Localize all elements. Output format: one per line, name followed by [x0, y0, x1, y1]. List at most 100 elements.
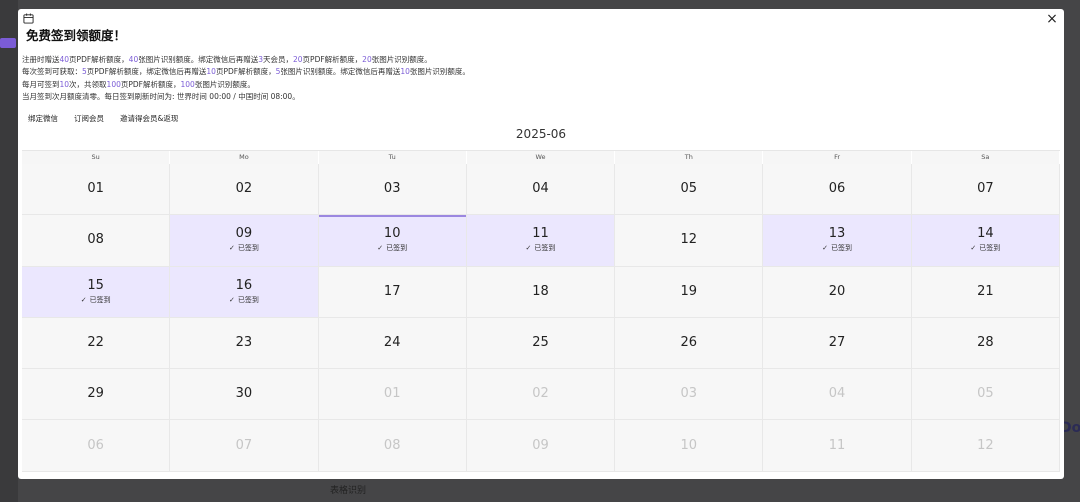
- day-number: 10: [680, 437, 698, 453]
- day-cell[interactable]: 25: [466, 317, 616, 370]
- day-cell[interactable]: 05: [615, 164, 764, 216]
- day-cell[interactable]: 24: [318, 317, 467, 370]
- day-cell[interactable]: 06: [763, 164, 912, 216]
- day-number: 13: [828, 226, 846, 242]
- signed-label: 已签到: [831, 244, 852, 253]
- day-number: 18: [532, 283, 549, 299]
- highlight-number: 20: [293, 55, 303, 64]
- day-number: 06: [828, 181, 846, 197]
- day-cell[interactable]: 27: [763, 317, 912, 370]
- day-number: 19: [680, 283, 698, 299]
- day-cell[interactable]: 08: [22, 215, 171, 267]
- rules-text-segment: 每次签到可获取：: [22, 67, 82, 77]
- day-cell[interactable]: 30: [170, 369, 319, 421]
- day-number: 12: [680, 232, 698, 248]
- rules-text-segment: 注册时赠送: [22, 55, 60, 64]
- day-cell[interactable]: 06: [22, 420, 171, 472]
- day-cell[interactable]: 12: [615, 215, 764, 267]
- highlight-number: 10: [400, 67, 410, 77]
- day-cell[interactable]: 07: [911, 164, 1060, 216]
- weekday-label: Th: [615, 151, 764, 164]
- calendar-days: 01 02 03 04 05 06 07 08 09 ✓ 已签到 10 ✓ 已签到 11 ✓ 已签到 12 13 ✓ 已…: [22, 164, 1060, 472]
- day-number: 10: [383, 226, 401, 242]
- day-cell[interactable]: 01: [22, 164, 171, 216]
- signed-status: ✓ 已签到: [229, 243, 259, 253]
- signed-label: 已签到: [89, 295, 111, 304]
- signed-status: ✓ 已签到: [229, 295, 259, 305]
- signed-status: ✓ 已签到: [81, 295, 111, 305]
- day-number: 21: [977, 283, 994, 299]
- day-cell[interactable]: 16 ✓ 已签到: [170, 266, 319, 318]
- day-cell[interactable]: 09 ✓ 已签到: [170, 215, 319, 267]
- rules-text-segment: 天会员，: [263, 55, 293, 64]
- check-icon: ✓: [228, 295, 235, 304]
- background-bottom-text: 表格识别: [330, 486, 367, 496]
- day-number: 24: [383, 335, 401, 351]
- day-cell[interactable]: 19: [615, 266, 764, 318]
- signed-label: 已签到: [237, 244, 259, 253]
- day-cell[interactable]: 18: [466, 266, 616, 318]
- day-cell[interactable]: 21: [911, 266, 1060, 318]
- day-cell[interactable]: 11 ✓ 已签到: [466, 215, 616, 267]
- day-cell[interactable]: 29: [22, 369, 171, 421]
- day-cell[interactable]: 09: [466, 420, 616, 472]
- rules-text-segment: 张图片识别额度。: [371, 55, 432, 64]
- bind-wechat-link[interactable]: 绑定微信: [28, 113, 58, 124]
- day-cell[interactable]: 02: [170, 164, 319, 216]
- day-cell[interactable]: 07: [170, 420, 319, 472]
- day-cell[interactable]: 04: [763, 369, 912, 421]
- signed-status: ✓ 已签到: [526, 243, 556, 253]
- day-cell[interactable]: 04: [466, 164, 616, 216]
- rules-text-segment: 页PDF解析额度，: [215, 67, 276, 77]
- day-cell[interactable]: 13 ✓ 已签到: [763, 215, 912, 267]
- signed-label: 已签到: [534, 244, 556, 253]
- day-cell[interactable]: 28: [911, 317, 1060, 370]
- weekday-label: Sa: [912, 151, 1060, 164]
- subscribe-link[interactable]: 订阅会员: [74, 113, 104, 124]
- day-cell[interactable]: 01: [318, 369, 467, 421]
- day-number: 06: [87, 437, 104, 453]
- highlight-number: 10: [59, 79, 70, 89]
- signed-label: 已签到: [386, 244, 408, 253]
- day-cell[interactable]: 14 ✓ 已签到: [911, 215, 1060, 267]
- day-cell[interactable]: 11: [763, 420, 912, 472]
- day-cell[interactable]: 22: [22, 317, 171, 370]
- day-number: 03: [680, 386, 698, 402]
- day-number: 05: [977, 386, 994, 402]
- signed-label: 已签到: [237, 295, 259, 304]
- weekday-label: We: [467, 151, 616, 164]
- day-number: 08: [87, 232, 104, 248]
- invite-link[interactable]: 邀请得会员&返现: [120, 113, 178, 124]
- rules-text-segment: 页PDF解析额度，绑定微信后再赠送: [86, 67, 207, 77]
- weekday-header: Su Mo Tu We Th Fr Sa: [22, 151, 1060, 164]
- day-number: 29: [87, 386, 104, 402]
- day-number: 28: [977, 335, 994, 351]
- check-icon: ✓: [80, 295, 87, 304]
- weekday-label: Mo: [170, 151, 319, 164]
- rules-line: 当月签到次月额度清零。每日签到刷新时间为: 世界时间 00:00 / 中国时间 …: [22, 91, 470, 103]
- day-cell[interactable]: 20: [763, 266, 912, 318]
- day-cell[interactable]: 15 ✓ 已签到: [22, 266, 171, 318]
- modal-title: 免费签到领额度！: [26, 28, 127, 43]
- day-number: 11: [532, 226, 549, 242]
- background-tag: [0, 38, 16, 48]
- weekday-label: Fr: [763, 151, 912, 164]
- day-number: 15: [87, 277, 104, 293]
- rules-text-segment: 张图片识别额度。: [194, 79, 255, 89]
- day-cell[interactable]: 10: [615, 420, 764, 472]
- check-icon: ✓: [525, 244, 532, 253]
- close-button[interactable]: ×: [1044, 11, 1060, 27]
- day-cell[interactable]: 10 ✓ 已签到: [318, 215, 467, 267]
- day-number: 08: [383, 437, 401, 453]
- day-cell[interactable]: 03: [318, 164, 467, 216]
- day-cell[interactable]: 08: [318, 420, 467, 472]
- day-cell[interactable]: 26: [615, 317, 764, 370]
- check-icon: ✓: [970, 244, 977, 253]
- day-cell[interactable]: 02: [466, 369, 616, 421]
- day-number: 04: [828, 386, 846, 402]
- day-cell[interactable]: 12: [911, 420, 1060, 472]
- day-cell[interactable]: 17: [318, 266, 467, 318]
- day-cell[interactable]: 23: [170, 317, 319, 370]
- day-cell[interactable]: 05: [911, 369, 1060, 421]
- day-cell[interactable]: 03: [615, 369, 764, 421]
